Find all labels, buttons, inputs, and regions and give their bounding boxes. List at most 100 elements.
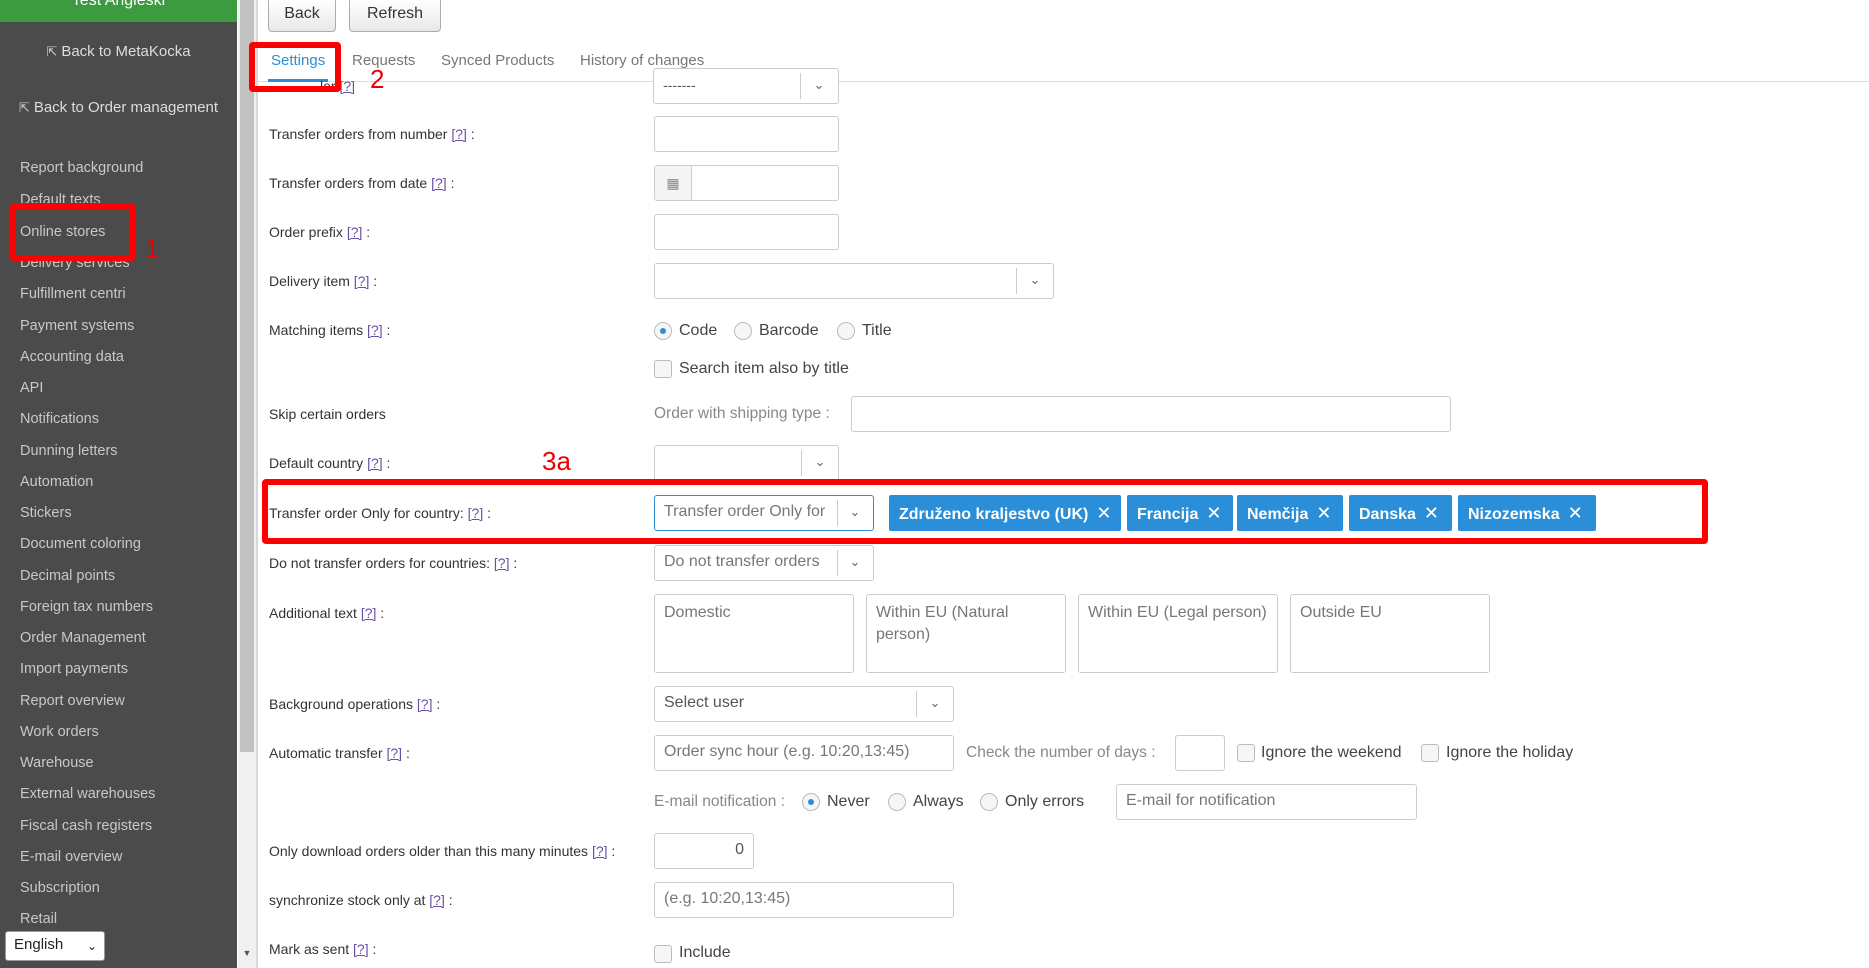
matching-code-label: Code — [679, 322, 718, 339]
sidebar-item-api[interactable]: API — [20, 380, 43, 396]
help-link[interactable]: [?] — [429, 892, 445, 908]
email-never-radio[interactable] — [802, 793, 820, 811]
help-link[interactable]: [?] — [367, 322, 383, 338]
sidebar-item-report-overview[interactable]: Report overview — [20, 693, 125, 709]
sidebar-item-import-payments[interactable]: Import payments — [20, 661, 128, 677]
sidebar-item-retail[interactable]: Retail — [20, 911, 57, 927]
help-link[interactable]: [?] — [367, 455, 383, 471]
sidebar-item-warehouse[interactable]: Warehouse — [20, 755, 94, 771]
select-divider — [1016, 268, 1017, 294]
sync-stock-input[interactable]: (e.g. 10:20,13:45) — [654, 882, 954, 918]
ignore-holiday-checkbox[interactable] — [1421, 744, 1439, 762]
help-link[interactable]: [?] — [339, 78, 355, 94]
additional-text-text: Additional text — [269, 605, 357, 621]
search-by-title-label: Search item also by title — [679, 360, 849, 377]
additional-text-eu-natural[interactable]: Within EU (Natural person) — [866, 594, 1066, 673]
chevron-down-icon: ⌄ — [929, 695, 941, 710]
email-only-errors-radio[interactable] — [980, 793, 998, 811]
sidebar-item-payment-systems[interactable]: Payment systems — [20, 318, 134, 334]
mark-as-sent-label: Mark as sent [?] : — [269, 941, 377, 957]
calendar-icon[interactable]: ▦ — [655, 166, 692, 200]
do-not-transfer-text: Do not transfer orders for countries: — [269, 555, 490, 571]
sidebar-item-decimal-points[interactable]: Decimal points — [20, 568, 115, 584]
help-link[interactable]: [?] — [417, 696, 433, 712]
annotation-box-online-stores — [10, 203, 135, 261]
scroll-down-arrow-icon[interactable]: ▼ — [242, 948, 252, 958]
sidebar-item-fiscal-cash-registers[interactable]: Fiscal cash registers — [20, 818, 152, 834]
mark-as-sent-checkbox[interactable] — [654, 945, 672, 963]
help-link[interactable]: [?] — [387, 745, 403, 761]
sidebar-item-accounting-data[interactable]: Accounting data — [20, 349, 124, 365]
order-sync-hour-input[interactable]: Order sync hour (e.g. 10:20,13:45) — [654, 735, 954, 771]
email-notification-input[interactable]: E-mail for notification — [1116, 784, 1417, 820]
back-to-order-management-link[interactable]: ⇱ Back to Order management — [0, 99, 237, 116]
help-link[interactable]: [?] — [361, 605, 377, 621]
help-link[interactable]: [?] — [451, 126, 467, 142]
help-link[interactable]: [?] — [353, 941, 369, 957]
tab-history-of-changes[interactable]: History of changes — [580, 52, 704, 69]
sidebar-item-dunning-letters[interactable]: Dunning letters — [20, 443, 118, 459]
sidebar-item-email-overview[interactable]: E-mail overview — [20, 849, 122, 865]
back-button[interactable]: Back — [268, 0, 336, 32]
default-country-select[interactable]: ⌄ — [654, 445, 839, 481]
email-never-label: Never — [827, 793, 870, 810]
background-ops-label: Background operations [?] : — [269, 696, 441, 712]
sidebar-item-subscription[interactable]: Subscription — [20, 880, 100, 896]
matching-title-radio[interactable] — [837, 322, 855, 340]
help-link[interactable]: [?] — [431, 175, 447, 191]
back-to-order-management-label: Back to Order management — [33, 99, 219, 116]
sidebar-item-external-warehouses[interactable]: External warehouses — [20, 786, 155, 802]
matching-items-text: Matching items — [269, 322, 364, 338]
sidebar-item-notifications[interactable]: Notifications — [20, 411, 99, 427]
ignore-weekend-label: Ignore the weekend — [1261, 744, 1402, 761]
annotation-box-transfer-country — [262, 479, 1708, 544]
sidebar-item-stickers[interactable]: Stickers — [20, 505, 72, 521]
sidebar-item-report-background[interactable]: Report background — [20, 160, 143, 176]
help-link[interactable]: [?] — [347, 224, 363, 240]
ignore-weekend-checkbox[interactable] — [1237, 744, 1255, 762]
email-always-label: Always — [913, 793, 964, 810]
select-user-select[interactable]: Select user ⌄ — [654, 686, 954, 722]
do-not-transfer-select[interactable]: Do not transfer orders ⌄ — [654, 545, 874, 581]
help-link[interactable]: [?] — [494, 555, 510, 571]
transfer-from-date-input[interactable]: ▦ — [654, 165, 839, 201]
sidebar-scrollbar-thumb[interactable] — [240, 0, 254, 752]
help-link[interactable]: [?] — [592, 843, 608, 859]
additional-text-eu-legal[interactable]: Within EU (Legal person) — [1078, 594, 1278, 673]
select-divider — [800, 73, 801, 99]
transfer-from-number-input[interactable] — [654, 116, 839, 152]
refresh-button[interactable]: Refresh — [349, 0, 441, 32]
default-country-label: Default country [?] : — [269, 455, 391, 471]
check-days-label: Check the number of days : — [966, 744, 1156, 761]
partial-row-select[interactable]: ------- ⌄ — [653, 68, 839, 104]
language-select[interactable]: English ⌄ — [5, 931, 105, 961]
sidebar-item-order-management[interactable]: Order Management — [20, 630, 146, 646]
sidebar-item-automation[interactable]: Automation — [20, 474, 93, 490]
back-to-metakocka-link[interactable]: ⇱ Back to MetaKocka — [0, 43, 237, 60]
check-days-input[interactable] — [1175, 735, 1225, 771]
tab-synced-products[interactable]: Synced Products — [441, 52, 554, 69]
email-notification-label: E-mail notification : — [654, 793, 785, 810]
email-always-radio[interactable] — [888, 793, 906, 811]
shipping-type-input[interactable] — [851, 396, 1451, 432]
sidebar-item-foreign-tax-numbers[interactable]: Foreign tax numbers — [20, 599, 153, 615]
chevron-down-icon: ⌄ — [849, 554, 861, 569]
additional-text-domestic[interactable]: Domestic — [654, 594, 854, 673]
older-minutes-input[interactable]: 0 — [654, 833, 754, 869]
order-prefix-input[interactable] — [654, 214, 839, 250]
matching-code-radio[interactable] — [654, 322, 672, 340]
do-not-transfer-placeholder: Do not transfer orders — [664, 553, 820, 570]
matching-barcode-radio[interactable] — [734, 322, 752, 340]
background-ops-text: Background operations — [269, 696, 413, 712]
select-user-value: Select user — [664, 694, 745, 711]
sidebar-item-work-orders[interactable]: Work orders — [20, 724, 99, 740]
additional-text-outside-eu[interactable]: Outside EU — [1290, 594, 1490, 673]
delivery-item-select[interactable]: ⌄ — [654, 263, 1054, 299]
skip-orders-label: Skip certain orders — [269, 406, 386, 422]
default-country-text: Default country — [269, 455, 364, 471]
sidebar-item-document-coloring[interactable]: Document coloring — [20, 536, 141, 552]
search-by-title-checkbox[interactable] — [654, 360, 672, 378]
help-link[interactable]: [?] — [354, 273, 370, 289]
sync-stock-text: synchronize stock only at — [269, 892, 426, 908]
sidebar-item-fulfillment-centri[interactable]: Fulfillment centri — [20, 286, 126, 302]
